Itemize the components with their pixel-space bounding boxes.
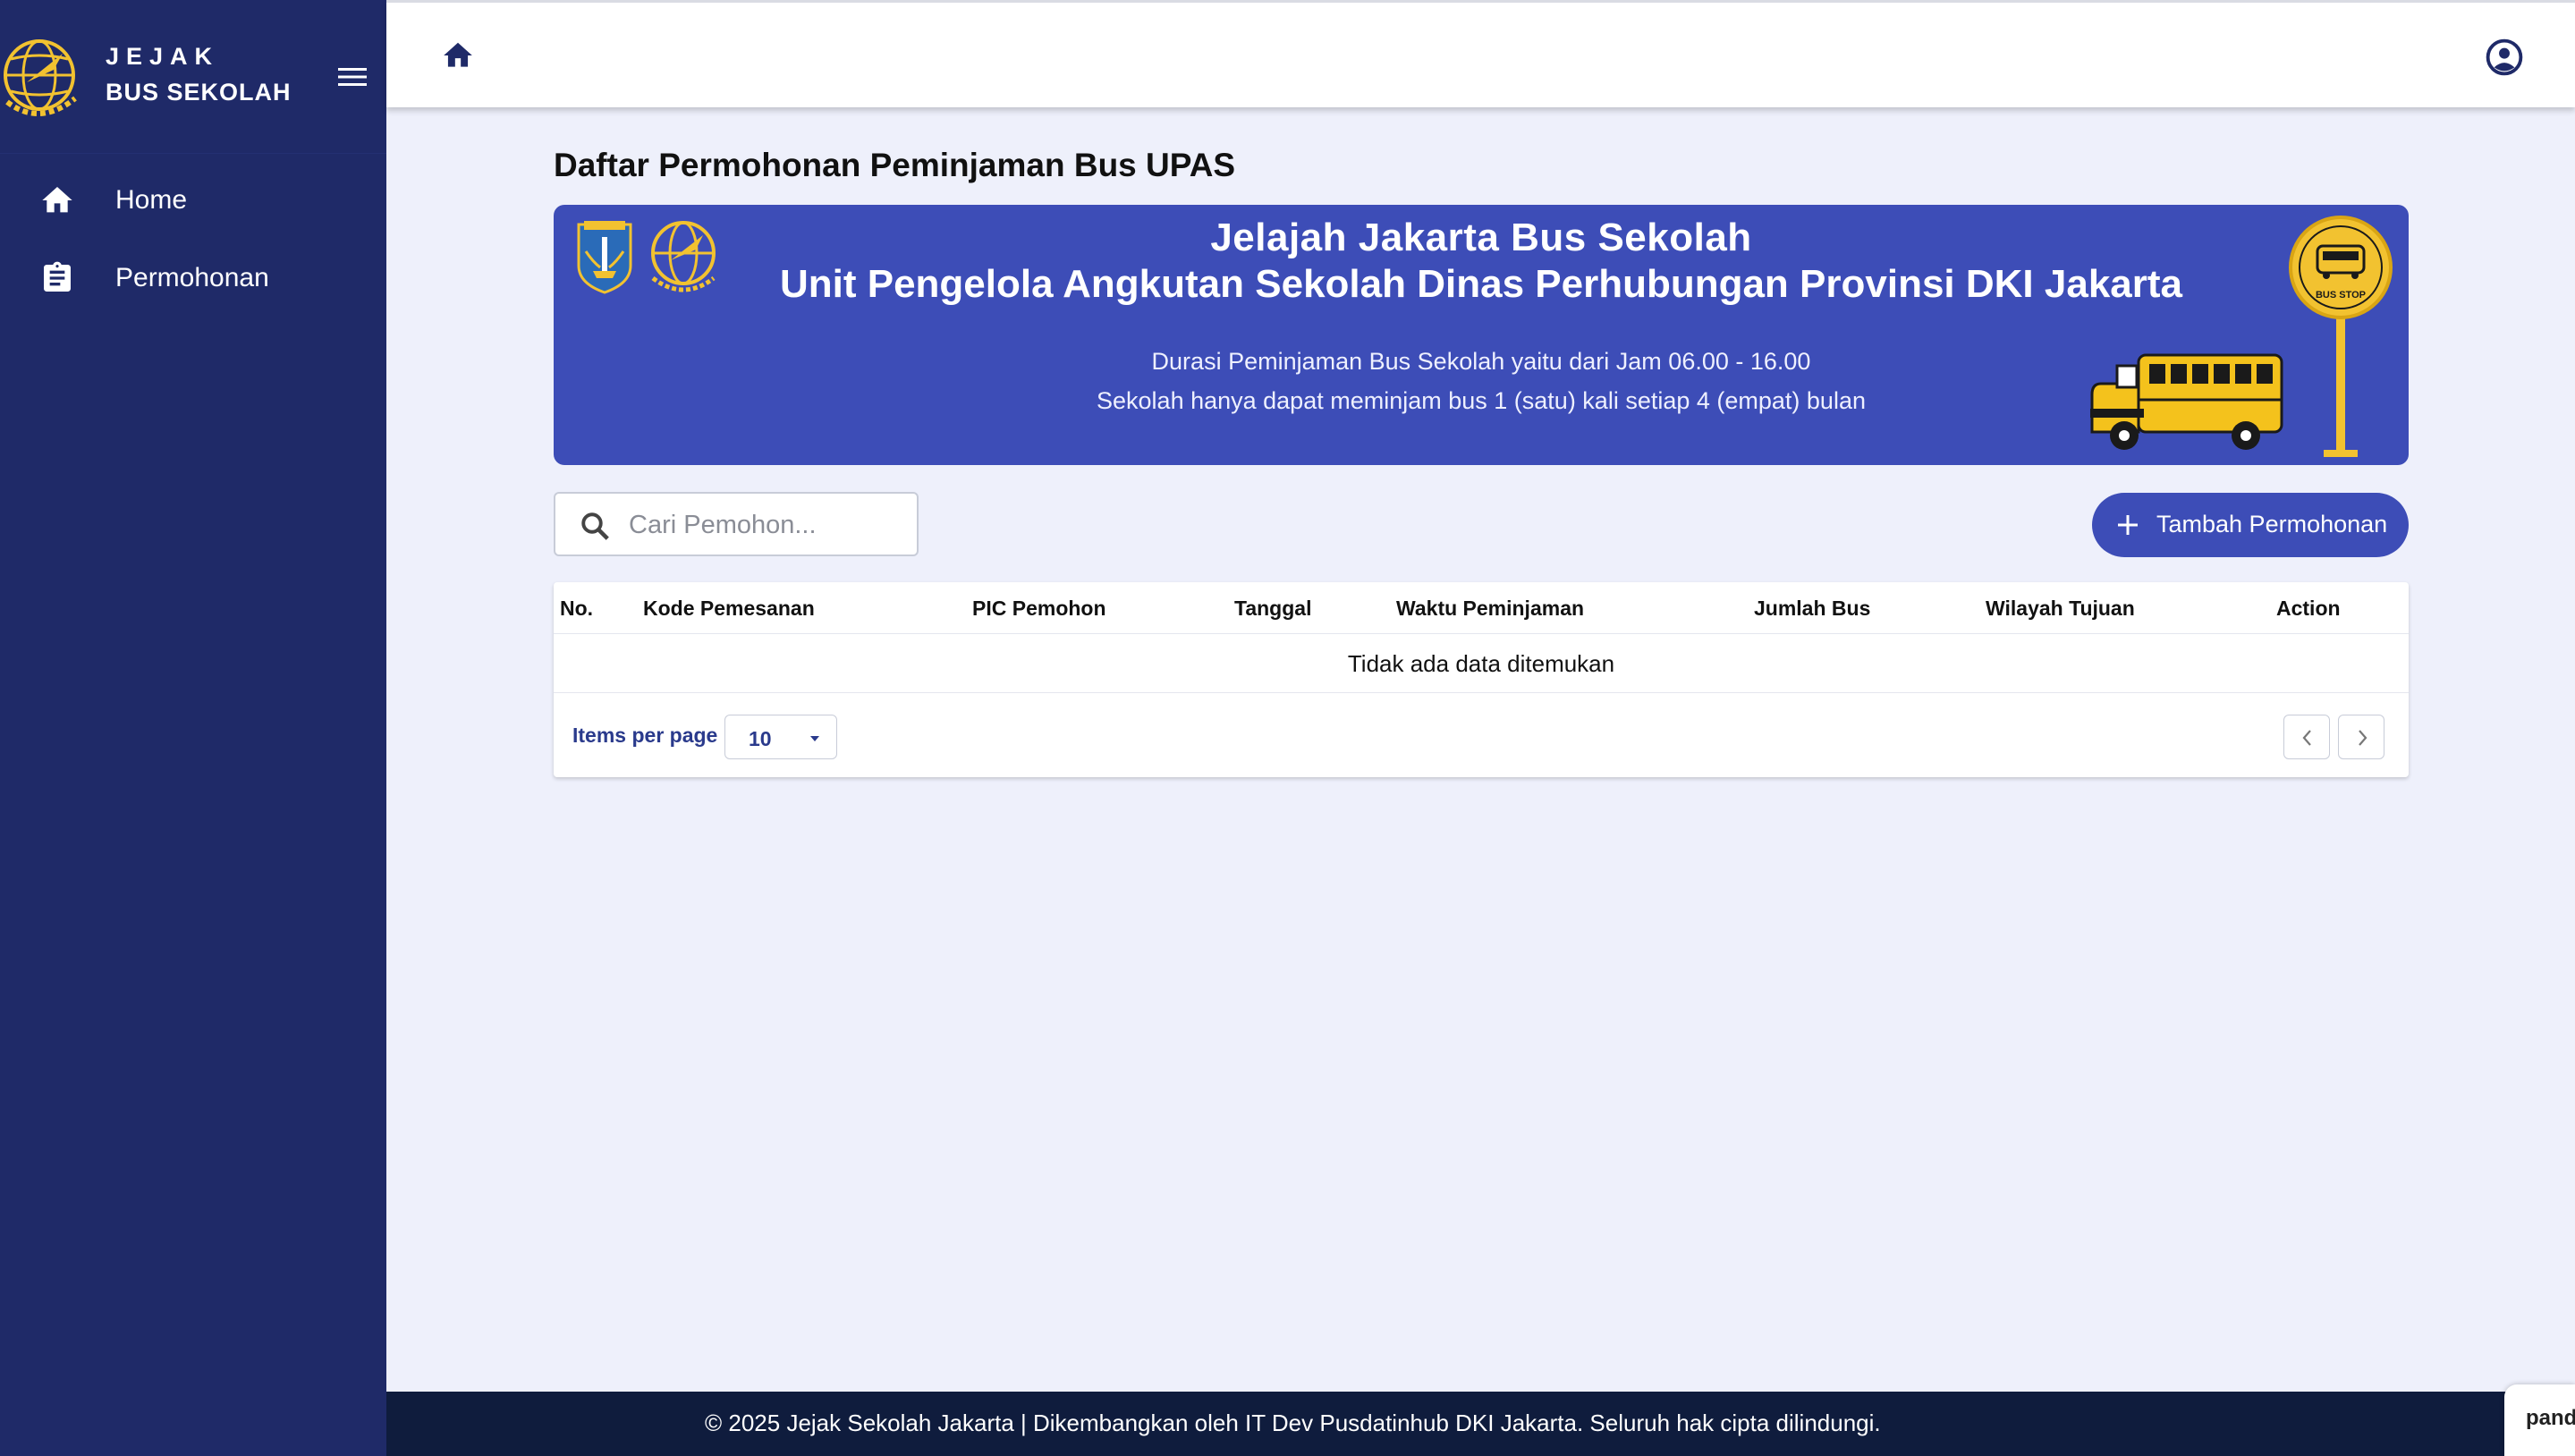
previous-page-button[interactable] [2283, 715, 2330, 759]
hamburger-menu-icon[interactable] [336, 63, 368, 91]
column-header-pic[interactable]: PIC Pemohon [972, 597, 1106, 621]
home-icon[interactable] [440, 38, 476, 72]
add-request-button[interactable]: Tambah Permohonan [2092, 493, 2409, 557]
corner-widget-label: pand [2526, 1406, 2575, 1430]
search-input[interactable] [629, 503, 906, 547]
footer: © 2025 Jejak Sekolah Jakarta | Dikembang… [386, 1392, 2575, 1456]
column-header-no[interactable]: No. [560, 597, 593, 621]
bus-stop-sign-icon: BUS STOP [2289, 216, 2393, 457]
items-per-page-label: Items per page [572, 724, 718, 747]
pagination: Items per page 10 [554, 693, 2409, 777]
caret-down-icon [810, 736, 819, 741]
banner-subheading: Unit Pengelola Angkutan Sekolah Dinas Pe… [779, 262, 2183, 306]
column-header-region[interactable]: Wilayah Tujuan [1986, 597, 2135, 621]
column-header-action[interactable]: Action [2276, 597, 2341, 621]
column-header-booking-code[interactable]: Kode Pemesanan [643, 597, 815, 621]
search-box[interactable] [554, 492, 919, 556]
column-header-date[interactable]: Tanggal [1234, 597, 1311, 621]
globe-logo-icon [4, 39, 77, 116]
sidebar-item-label: Permohonan [115, 263, 269, 292]
brand-subtitle: BUS SEKOLAH [106, 79, 292, 106]
clipboard-icon [44, 261, 71, 292]
account-circle-icon[interactable] [2486, 38, 2523, 76]
sidebar-item-home[interactable]: Home [0, 165, 386, 236]
search-icon [581, 512, 609, 540]
footer-copyright: © 2025 Jejak Sekolah Jakarta | Dikembang… [705, 1409, 1881, 1436]
busstop-label: BUS STOP [2316, 290, 2366, 301]
empty-state-text: Tidak ada data ditemukan [554, 634, 2409, 693]
topbar [386, 0, 2575, 107]
items-per-page-value: 10 [749, 727, 772, 750]
page-title: Daftar Permohonan Peminjaman Bus UPAS [554, 147, 1236, 183]
corner-widget[interactable]: pand [2504, 1384, 2575, 1456]
banner-heading: Jelajah Jakarta Bus Sekolah [1210, 216, 1752, 259]
sidebar-item-permohonan[interactable]: Permohonan [0, 242, 386, 314]
table-header: No. Kode Pemesanan PIC Pemohon Tanggal W… [554, 582, 2409, 634]
chevron-right-icon [2359, 730, 2367, 746]
sidebar-item-label: Home [115, 185, 188, 215]
info-banner: Jelajah Jakarta Bus Sekolah Unit Pengelo… [554, 205, 2409, 465]
brand: JEJAK BUS SEKOLAH [0, 0, 386, 154]
plus-icon [2118, 515, 2138, 535]
items-per-page-select[interactable]: 10 [724, 715, 837, 759]
brand-title: JEJAK [106, 43, 220, 70]
chevron-left-icon [2302, 730, 2311, 746]
home-icon [42, 187, 72, 213]
school-bus-icon [2090, 353, 2283, 450]
sidebar: JEJAK BUS SEKOLAH Home Permohonan [0, 0, 386, 1456]
add-request-label: Tambah Permohonan [2156, 511, 2388, 538]
column-header-time[interactable]: Waktu Peminjaman [1396, 597, 1584, 621]
column-header-bus-count[interactable]: Jumlah Bus [1754, 597, 1870, 621]
next-page-button[interactable] [2338, 715, 2384, 759]
requests-table: No. Kode Pemesanan PIC Pemohon Tanggal W… [554, 582, 2409, 777]
